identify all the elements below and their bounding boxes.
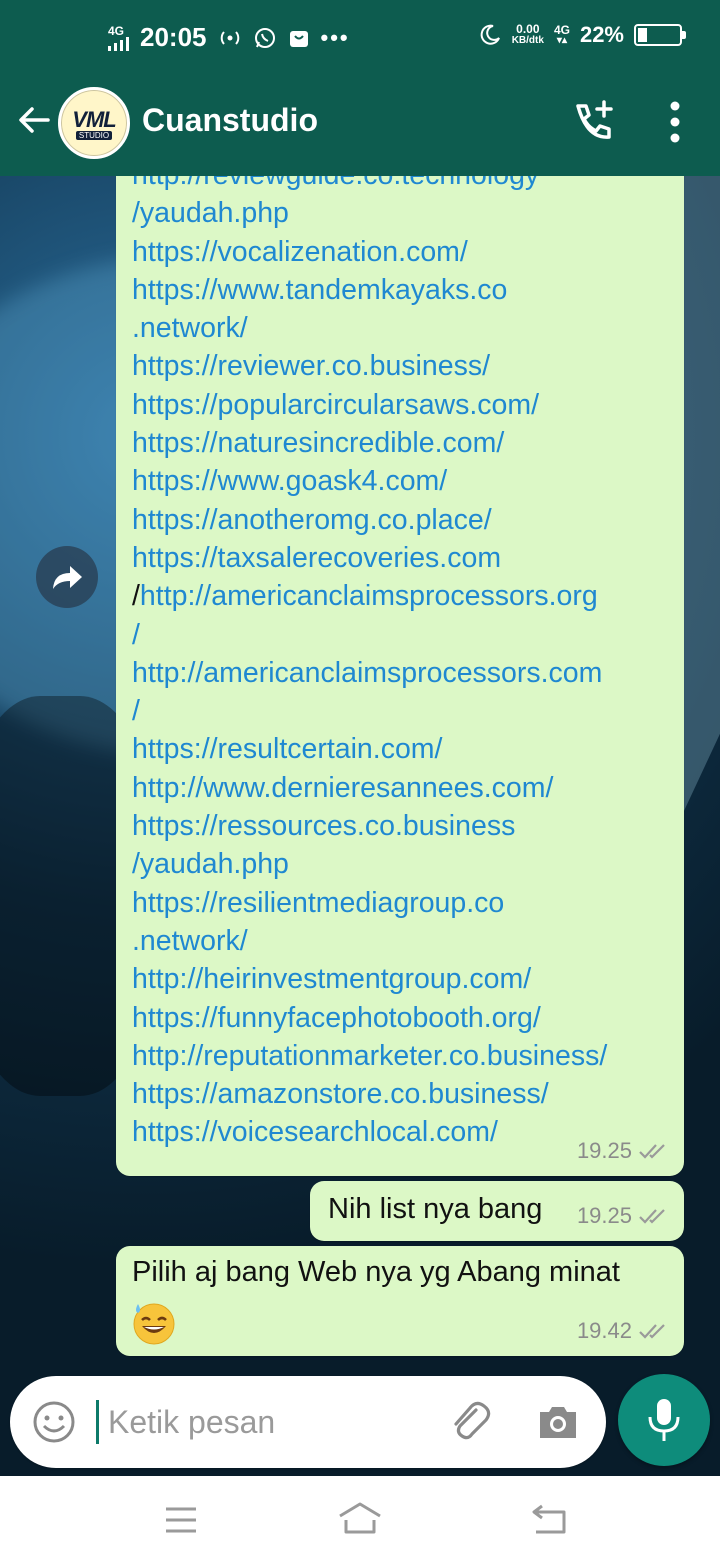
hotspot-icon [220,30,239,45]
status-right: 0.00 KB/dtk 4G ▾▴ 22% [478,22,686,48]
camera-icon[interactable] [534,1398,582,1446]
message-time: 19.42 [576,1318,632,1343]
slash-prefix: / [132,580,140,613]
message-text: Nih list nya bang [328,1193,543,1225]
message-meta: 19.42 [577,1318,670,1344]
message-time: 19.25 [576,1203,632,1228]
back-nav-icon[interactable] [530,1502,568,1536]
chat-header: VML STUDIO Cuanstudio [0,64,720,176]
link-list: http://reviewguide.co.technology /yaudah… [132,176,680,1152]
system-nav-bar [0,1476,720,1560]
link-line[interactable]: /yaudah.php [132,194,680,232]
message-composer [10,1376,606,1468]
battery-fill [638,28,647,42]
message-bubble-choose[interactable]: Pilih aj bang Web nya yg Abang minat 19.… [116,1246,684,1356]
message-meta: 19.25 [577,1138,670,1164]
avatar-logo-sub: STUDIO [75,130,113,140]
menu-kebab-icon[interactable] [660,98,690,146]
avatar-logo-text: VML [72,106,116,132]
emoji-icon[interactable] [30,1398,78,1446]
status-bar: 4G 20:05 ••• 0.00 KB/dtk 4G ▾▴ 22% [0,0,720,64]
net-speed: 0.00 KB/dtk [512,23,544,47]
link-line[interactable]: http://reviewguide.co.technology [132,176,680,194]
microphone-icon [648,1399,680,1441]
link-line[interactable]: .network/ [132,309,680,347]
net-speed-unit: KB/dtk [511,35,544,46]
link-line[interactable]: https://resultcertain.com/ [132,730,680,768]
link-line[interactable]: https://resilientmediagroup.co [132,884,680,922]
link-line[interactable]: https://funnyfacephotobooth.org/ [132,999,680,1037]
contact-name[interactable]: Cuanstudio [142,102,318,139]
message-bubble-list[interactable]: Nih list nya bang 19.25 [310,1181,684,1241]
link-line[interactable]: http://heirinvestmentgroup.com/ [132,960,680,998]
forward-icon [53,566,82,589]
data-indicator: 4G ▾▴ [554,24,570,46]
link-line[interactable]: http://reputationmarketer.co.business/ [132,1037,680,1075]
link-line[interactable]: https://anotheromg.co.place/ [132,501,680,539]
attach-paperclip-icon[interactable] [446,1398,494,1446]
link-text[interactable]: http://americanclaimsprocessors.org [140,580,598,612]
back-arrow-icon[interactable] [14,100,54,140]
message-time: 19.25 [576,1138,632,1163]
voice-record-button[interactable] [618,1374,710,1466]
recent-apps-icon[interactable] [164,1506,198,1534]
network-type-left: 4G [108,23,125,38]
moon-icon [480,24,500,45]
link-line-with-slash[interactable]: /http://americanclaimsprocessors.org [132,577,680,615]
link-line[interactable]: https://taxsalerecoveries.com [132,539,680,577]
battery-icon [634,24,686,46]
message-bubble-links[interactable]: http://reviewguide.co.technology /yaudah… [116,176,684,1176]
link-line[interactable]: https://amazonstore.co.business/ [132,1075,680,1113]
link-line[interactable]: https://ressources.co.business [132,807,680,845]
message-text: Pilih aj bang Web nya yg Abang minat [132,1256,620,1288]
link-line[interactable]: https://vocalizenation.com/ [132,233,680,271]
add-call-icon[interactable] [568,98,616,146]
text-caret [96,1400,99,1444]
whatsapp-icon [254,27,275,48]
double-check-icon [639,1324,665,1339]
status-left: 4G 20:05 ••• [108,22,350,53]
link-line[interactable]: https://www.goask4.com/ [132,462,680,500]
message-meta: 19.25 [577,1203,670,1229]
link-line[interactable]: https://naturesincredible.com/ [132,424,680,462]
double-check-icon [639,1209,665,1224]
link-line[interactable]: http://americanclaimsprocessors.com [132,654,680,692]
message-input[interactable] [106,1396,440,1448]
sweat-smile-emoji-icon [133,1303,175,1345]
battery-percent: 22% [579,22,624,47]
data-arrows-icon: ▾▴ [556,35,567,46]
link-line[interactable]: https://reviewer.co.business/ [132,347,680,385]
net-speed-value: 0.00 [516,22,540,36]
link-line[interactable]: /yaudah.php [132,845,680,883]
signal-group: 4G [108,25,130,51]
clock: 20:05 [140,22,207,52]
link-line[interactable]: http://www.dernieresannees.com/ [132,769,680,807]
forward-button[interactable] [36,546,98,608]
link-line[interactable]: https://www.tandemkayaks.co [132,271,680,309]
chat-area[interactable]: http://reviewguide.co.technology /yaudah… [0,176,720,1476]
avatar[interactable]: VML STUDIO [58,87,130,159]
link-line[interactable]: https://popularcircularsaws.com/ [132,386,680,424]
more-notifications-icon: ••• [320,24,350,50]
link-line[interactable]: / [132,692,680,730]
home-icon[interactable] [336,1500,384,1536]
link-line[interactable]: / [132,616,680,654]
notification-bag-icon [289,30,308,47]
double-check-icon [639,1144,665,1159]
link-line[interactable]: .network/ [132,922,680,960]
signal-icon [108,36,129,51]
